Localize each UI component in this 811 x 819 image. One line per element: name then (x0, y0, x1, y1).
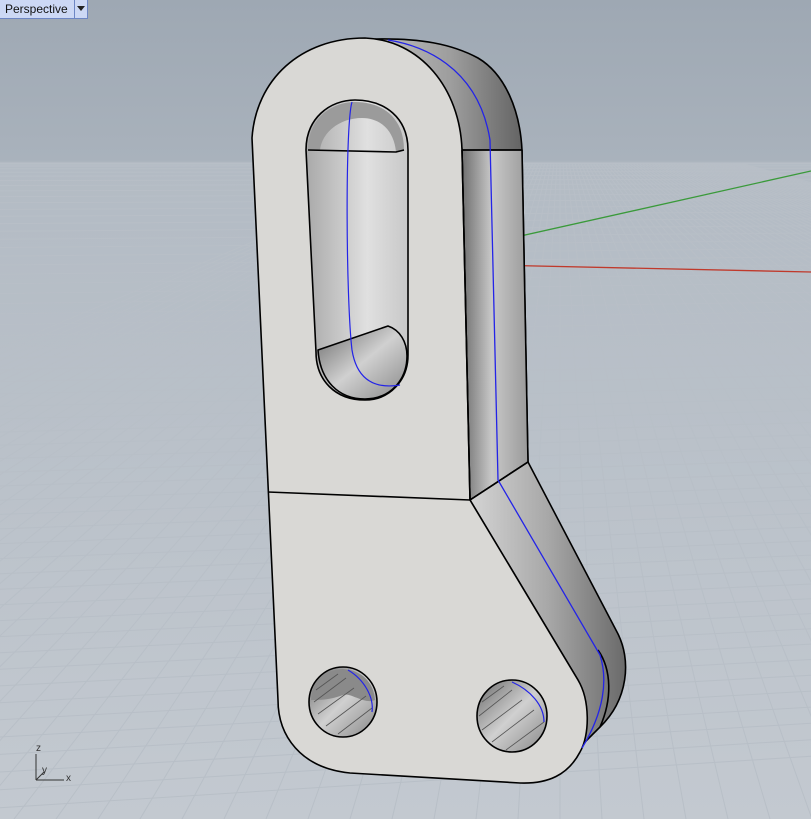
viewport-title[interactable]: Perspective (0, 0, 74, 18)
grid-line (589, 162, 811, 536)
grid-line (604, 162, 811, 395)
grid-line (739, 162, 811, 184)
grid-line (688, 162, 811, 212)
grid-line (703, 162, 811, 202)
perspective-viewport[interactable]: Perspective z y x (0, 0, 811, 819)
triangle-down-icon (76, 6, 85, 11)
grid-line (718, 162, 811, 193)
grid-line (706, 162, 811, 200)
viewport-menu-button[interactable] (73, 0, 87, 18)
grid-line (601, 162, 811, 415)
axis-label-x: x (66, 773, 71, 784)
grid-line (736, 162, 811, 185)
grid-line (577, 162, 811, 818)
3d-scene[interactable] (0, 0, 811, 819)
viewport-title-tab[interactable]: Perspective (0, 0, 88, 19)
grid-line (595, 162, 811, 466)
grid-line (631, 162, 811, 290)
world-axis-gizmo: z y x (28, 742, 78, 786)
bracket-part[interactable] (251, 37, 627, 784)
axis-label-y: y (42, 765, 47, 776)
grid-line (709, 162, 811, 198)
right-hole[interactable] (476, 679, 548, 753)
axis-label-z: z (36, 743, 41, 754)
part-front-face (251, 37, 589, 784)
grid-line (625, 162, 811, 306)
grid-line (721, 162, 811, 192)
grid-line (694, 162, 811, 207)
